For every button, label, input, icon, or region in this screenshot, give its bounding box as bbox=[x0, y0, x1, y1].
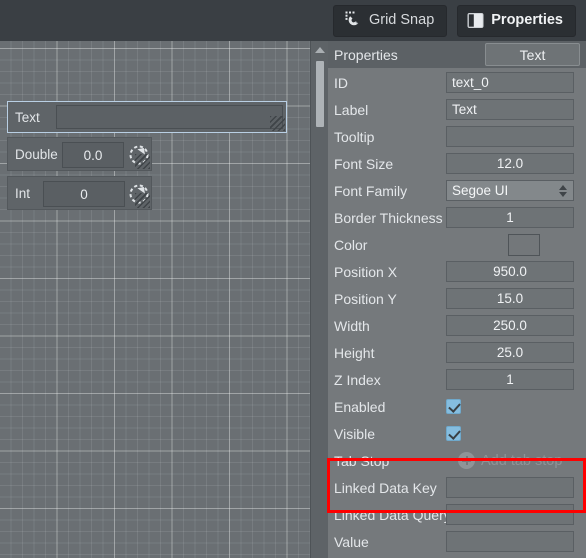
property-input-value[interactable] bbox=[446, 531, 574, 552]
canvas-widget-text-field[interactable] bbox=[56, 105, 283, 129]
property-checkbox-wrap bbox=[446, 426, 574, 441]
magnet-icon bbox=[343, 11, 362, 30]
property-row-font-family: Font Family Segoe UI bbox=[328, 177, 586, 204]
spinner-dial-icon[interactable] bbox=[126, 142, 152, 168]
scroll-up-arrow-icon[interactable] bbox=[314, 47, 325, 53]
property-label-id: ID bbox=[334, 74, 348, 91]
plus-circle-icon bbox=[458, 452, 475, 469]
property-row-position-y: Position Y 15.0 bbox=[328, 285, 586, 312]
add-tab-stop-label: Add tab stop bbox=[481, 452, 563, 469]
tab-text[interactable]: Text bbox=[485, 43, 580, 66]
property-row-tab-stop: Tab Stop Add tab stop bbox=[328, 447, 586, 474]
property-row-width: Width 250.0 bbox=[328, 312, 586, 339]
canvas-widget-int-field[interactable]: 0 bbox=[43, 181, 125, 207]
property-input-id[interactable]: text_0 bbox=[446, 72, 574, 93]
property-label-color: Color bbox=[334, 236, 368, 253]
property-row-visible: Visible bbox=[328, 420, 586, 447]
property-checkbox-wrap bbox=[446, 399, 574, 414]
property-input-linked-data-query[interactable] bbox=[446, 504, 574, 525]
property-select-font-family[interactable]: Segoe UI bbox=[446, 180, 574, 201]
property-row-label: Label Text bbox=[328, 96, 586, 123]
property-label-enabled: Enabled bbox=[334, 398, 386, 415]
property-label-height: Height bbox=[334, 344, 375, 361]
property-label-z-index: Z Index bbox=[334, 371, 381, 388]
add-tab-stop-button[interactable]: Add tab stop bbox=[458, 452, 562, 469]
properties-toggle-label: Properties bbox=[491, 12, 563, 29]
property-label-width: Width bbox=[334, 317, 370, 334]
panel-icon bbox=[467, 12, 484, 29]
property-row-linked-data-key: Linked Data Key bbox=[328, 474, 586, 501]
property-label-linked-data-query: Linked Data Query bbox=[334, 506, 451, 523]
scrollbar-thumb[interactable] bbox=[316, 61, 324, 127]
property-label-font-size: Font Size bbox=[334, 155, 394, 172]
property-label-tooltip: Tooltip bbox=[334, 128, 375, 145]
property-row-tooltip: Tooltip bbox=[328, 123, 586, 150]
property-row-linked-data-query: Linked Data Query bbox=[328, 501, 586, 528]
property-input-label[interactable]: Text bbox=[446, 99, 574, 120]
property-label-font-family: Font Family bbox=[334, 182, 408, 199]
property-checkbox-visible[interactable] bbox=[446, 426, 461, 441]
property-input-position-y[interactable]: 15.0 bbox=[446, 288, 574, 309]
top-toolbar: Grid Snap Properties bbox=[0, 0, 586, 41]
property-checkbox-enabled[interactable] bbox=[446, 399, 461, 414]
property-label-visible: Visible bbox=[334, 425, 375, 442]
property-input-tooltip[interactable] bbox=[446, 126, 574, 147]
canvas-widget-double-field[interactable]: 0.0 bbox=[62, 142, 124, 168]
property-label-label: Label bbox=[334, 101, 369, 118]
property-input-height[interactable]: 25.0 bbox=[446, 342, 574, 363]
property-row-border-thickness: Border Thickness 1 bbox=[328, 204, 586, 231]
property-input-border-thickness[interactable]: 1 bbox=[446, 207, 574, 228]
property-row-font-size: Font Size 12.0 bbox=[328, 150, 586, 177]
grid-snap-label: Grid Snap bbox=[368, 12, 435, 29]
property-row-color: Color bbox=[328, 231, 586, 258]
application-window: Grid Snap Properties Text Double 0.0 Int… bbox=[0, 0, 586, 558]
canvas-vertical-scrollbar[interactable] bbox=[310, 41, 328, 558]
properties-panel-header: Properties Text bbox=[328, 41, 586, 68]
property-rows: ID text_0 Label Text Tooltip Font Size 12.0 Fon… bbox=[328, 68, 586, 555]
property-label-position-x: Position X bbox=[334, 263, 398, 280]
canvas-widget-int-label: Int bbox=[15, 185, 31, 201]
canvas-widget-double-label: Double bbox=[15, 146, 58, 162]
properties-panel: Properties Text ID text_0 Label Text Tooltip… bbox=[327, 41, 586, 558]
property-row-enabled: Enabled bbox=[328, 393, 586, 420]
chevron-updown-icon[interactable] bbox=[559, 184, 567, 197]
canvas-widget-double[interactable]: Double 0.0 bbox=[7, 137, 152, 171]
property-input-linked-data-key[interactable] bbox=[446, 477, 574, 498]
property-label-value: Value bbox=[334, 533, 369, 550]
canvas-widget-int[interactable]: Int 0 bbox=[7, 176, 152, 210]
property-row-id: ID text_0 bbox=[328, 69, 586, 96]
property-label-tab-stop: Tab Stop bbox=[334, 452, 390, 469]
design-canvas[interactable]: Text Double 0.0 Int 0 bbox=[0, 41, 328, 558]
properties-toggle-button[interactable]: Properties bbox=[457, 4, 576, 37]
property-row-height: Height 25.0 bbox=[328, 339, 586, 366]
property-label-linked-data-key: Linked Data Key bbox=[334, 479, 437, 496]
canvas-widget-text-label: Text bbox=[15, 109, 40, 125]
property-row-z-index: Z Index 1 bbox=[328, 366, 586, 393]
property-row-value: Value bbox=[328, 528, 586, 555]
property-row-position-x: Position X 950.0 bbox=[328, 258, 586, 285]
canvas-widget-text[interactable]: Text bbox=[7, 101, 287, 133]
property-color-swatch[interactable] bbox=[508, 233, 540, 256]
property-input-font-size[interactable]: 12.0 bbox=[446, 153, 574, 174]
property-select-value: Segoe UI bbox=[452, 183, 509, 198]
grid-snap-button[interactable]: Grid Snap bbox=[332, 4, 448, 37]
spinner-dial-icon[interactable] bbox=[126, 181, 152, 207]
property-label-position-y: Position Y bbox=[334, 290, 397, 307]
property-input-z-index[interactable]: 1 bbox=[446, 369, 574, 390]
property-input-width[interactable]: 250.0 bbox=[446, 315, 574, 336]
properties-panel-title: Properties bbox=[334, 46, 398, 63]
property-input-position-x[interactable]: 950.0 bbox=[446, 261, 574, 282]
property-label-border-thickness: Border Thickness bbox=[334, 209, 443, 226]
